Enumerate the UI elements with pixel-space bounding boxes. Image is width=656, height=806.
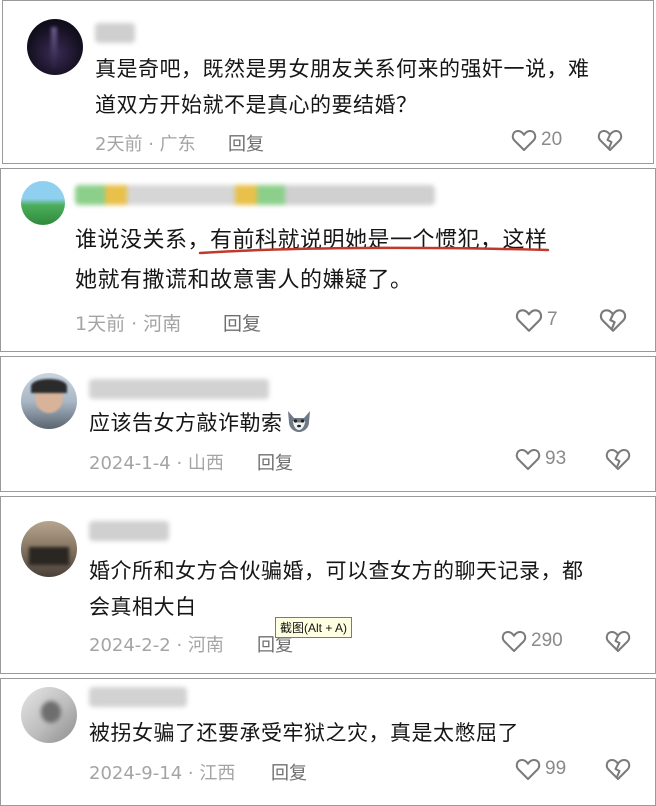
- comment-time: 1天前: [75, 313, 126, 335]
- comment-card: 应该告女方敲诈勒索 2024-1-4 · 山西 回复 93: [0, 356, 656, 492]
- like-count: 99: [545, 758, 567, 779]
- comment-location: 河南: [143, 313, 182, 335]
- like-button[interactable]: 20: [511, 128, 562, 152]
- comment-location: 河南: [187, 635, 224, 656]
- username[interactable]: [75, 185, 435, 205]
- dislike-button[interactable]: [605, 629, 631, 657]
- comment-meta: 2024-9-14 · 江西: [89, 759, 235, 785]
- comment-text-line: 道双方开始就不是真心的要结婚？: [95, 93, 418, 117]
- heart-icon: [515, 309, 543, 332]
- avatar[interactable]: [21, 373, 77, 429]
- username[interactable]: [95, 23, 135, 43]
- comment-text-line: 她就有撒谎和故意害人的嫌疑了。: [75, 268, 413, 293]
- meta-separator: ·: [131, 313, 138, 335]
- comment-text: 婚介所和女方合伙骗婚，可以查女方的聊天记录，都 会真相大白: [89, 553, 637, 625]
- comment-meta: 2天前 · 广东: [95, 130, 196, 156]
- like-count: 7: [547, 309, 558, 330]
- comment-text-line: 婚介所和女方合伙骗婚，可以查女方的聊天记录，都: [89, 559, 584, 583]
- red-underline-annotation: [198, 246, 550, 255]
- comment-time: 2024-2-2: [89, 635, 171, 656]
- meta-separator: ·: [187, 763, 194, 784]
- reply-button[interactable]: 回复: [223, 309, 261, 336]
- comment-text-line: 真是奇吧，既然是男女朋友关系何来的强奸一说，难: [95, 57, 590, 81]
- heart-icon: [501, 630, 527, 652]
- comment-text: 应该告女方敲诈勒索: [89, 405, 629, 441]
- comment-location: 山西: [187, 453, 224, 474]
- dislike-button[interactable]: [605, 757, 631, 785]
- heart-icon: [515, 448, 541, 470]
- like-button[interactable]: 93: [515, 447, 566, 471]
- comment-text-line: 应该告女方敲诈勒索: [89, 411, 283, 435]
- like-count: 93: [545, 448, 567, 469]
- broken-heart-icon: [597, 129, 623, 151]
- broken-heart-icon: [599, 309, 627, 332]
- meta-separator: ·: [176, 635, 183, 656]
- dislike-button[interactable]: [599, 307, 627, 337]
- broken-heart-icon: [605, 630, 631, 652]
- meta-separator: ·: [176, 453, 183, 474]
- avatar[interactable]: [21, 521, 77, 577]
- broken-heart-icon: [605, 448, 631, 470]
- comment-time: 2024-1-4: [89, 453, 171, 474]
- comment-text: 谁说没关系，有前科就说明她是一个惯犯，这样 她就有撒谎和故意害人的嫌疑了。: [75, 221, 645, 301]
- comment-meta: 2024-1-4 · 山西: [89, 449, 224, 475]
- comment-text: 真是奇吧，既然是男女朋友关系何来的强奸一说，难 道双方开始就不是真心的要结婚？: [95, 51, 635, 123]
- comment-card: 婚介所和女方合伙骗婚，可以查女方的聊天记录，都 会真相大白 2024-2-2 ·…: [0, 496, 656, 674]
- username[interactable]: [89, 521, 169, 541]
- avatar[interactable]: [21, 687, 77, 743]
- comment-card: 被拐女骗了还要承受牢狱之灾，真是太憋屈了 2024-9-14 · 江西 回复 9…: [0, 678, 656, 806]
- reply-button[interactable]: 回复: [257, 449, 293, 475]
- dislike-button[interactable]: [597, 128, 623, 156]
- avatar[interactable]: [27, 19, 83, 75]
- comment-time: 2024-9-14: [89, 763, 183, 784]
- broken-heart-icon: [605, 758, 631, 780]
- meta-separator: ·: [148, 134, 154, 155]
- comment-location: 江西: [199, 763, 236, 784]
- heart-icon: [511, 129, 537, 151]
- reply-button[interactable]: 回复: [271, 759, 307, 785]
- text-segment: 谁说没关系: [75, 228, 188, 253]
- like-count: 290: [531, 630, 563, 651]
- comment-card: 谁说没关系，有前科就说明她是一个惯犯，这样 她就有撒谎和故意害人的嫌疑了。 1天…: [0, 168, 656, 352]
- comment-meta: 2024-2-2 · 河南: [89, 631, 224, 657]
- comment-meta: 1天前 · 河南: [75, 309, 181, 336]
- username[interactable]: [89, 687, 187, 707]
- avatar[interactable]: [21, 181, 65, 225]
- like-button[interactable]: 290: [501, 629, 563, 653]
- like-button[interactable]: 99: [515, 757, 566, 781]
- username[interactable]: [89, 379, 269, 399]
- comment-text-line: 会真相大白: [89, 595, 197, 619]
- like-count: 20: [541, 129, 563, 150]
- comment-text: 被拐女骗了还要承受牢狱之灾，真是太憋屈了: [89, 715, 637, 751]
- comment-time: 2天前: [95, 134, 143, 155]
- heart-icon: [515, 758, 541, 780]
- reply-button[interactable]: 回复: [228, 130, 264, 156]
- husky-emoji-icon: [287, 411, 310, 432]
- comment-location: 广东: [159, 134, 196, 155]
- comment-card: 真是奇吧，既然是男女朋友关系何来的强奸一说，难 道双方开始就不是真心的要结婚？ …: [2, 0, 654, 164]
- comment-text-line: 被拐女骗了还要承受牢狱之灾，真是太憋屈了: [89, 721, 519, 745]
- dislike-button[interactable]: [605, 447, 631, 475]
- screenshot-tooltip: 截图(Alt + A): [275, 617, 353, 638]
- like-button[interactable]: 7: [515, 307, 558, 333]
